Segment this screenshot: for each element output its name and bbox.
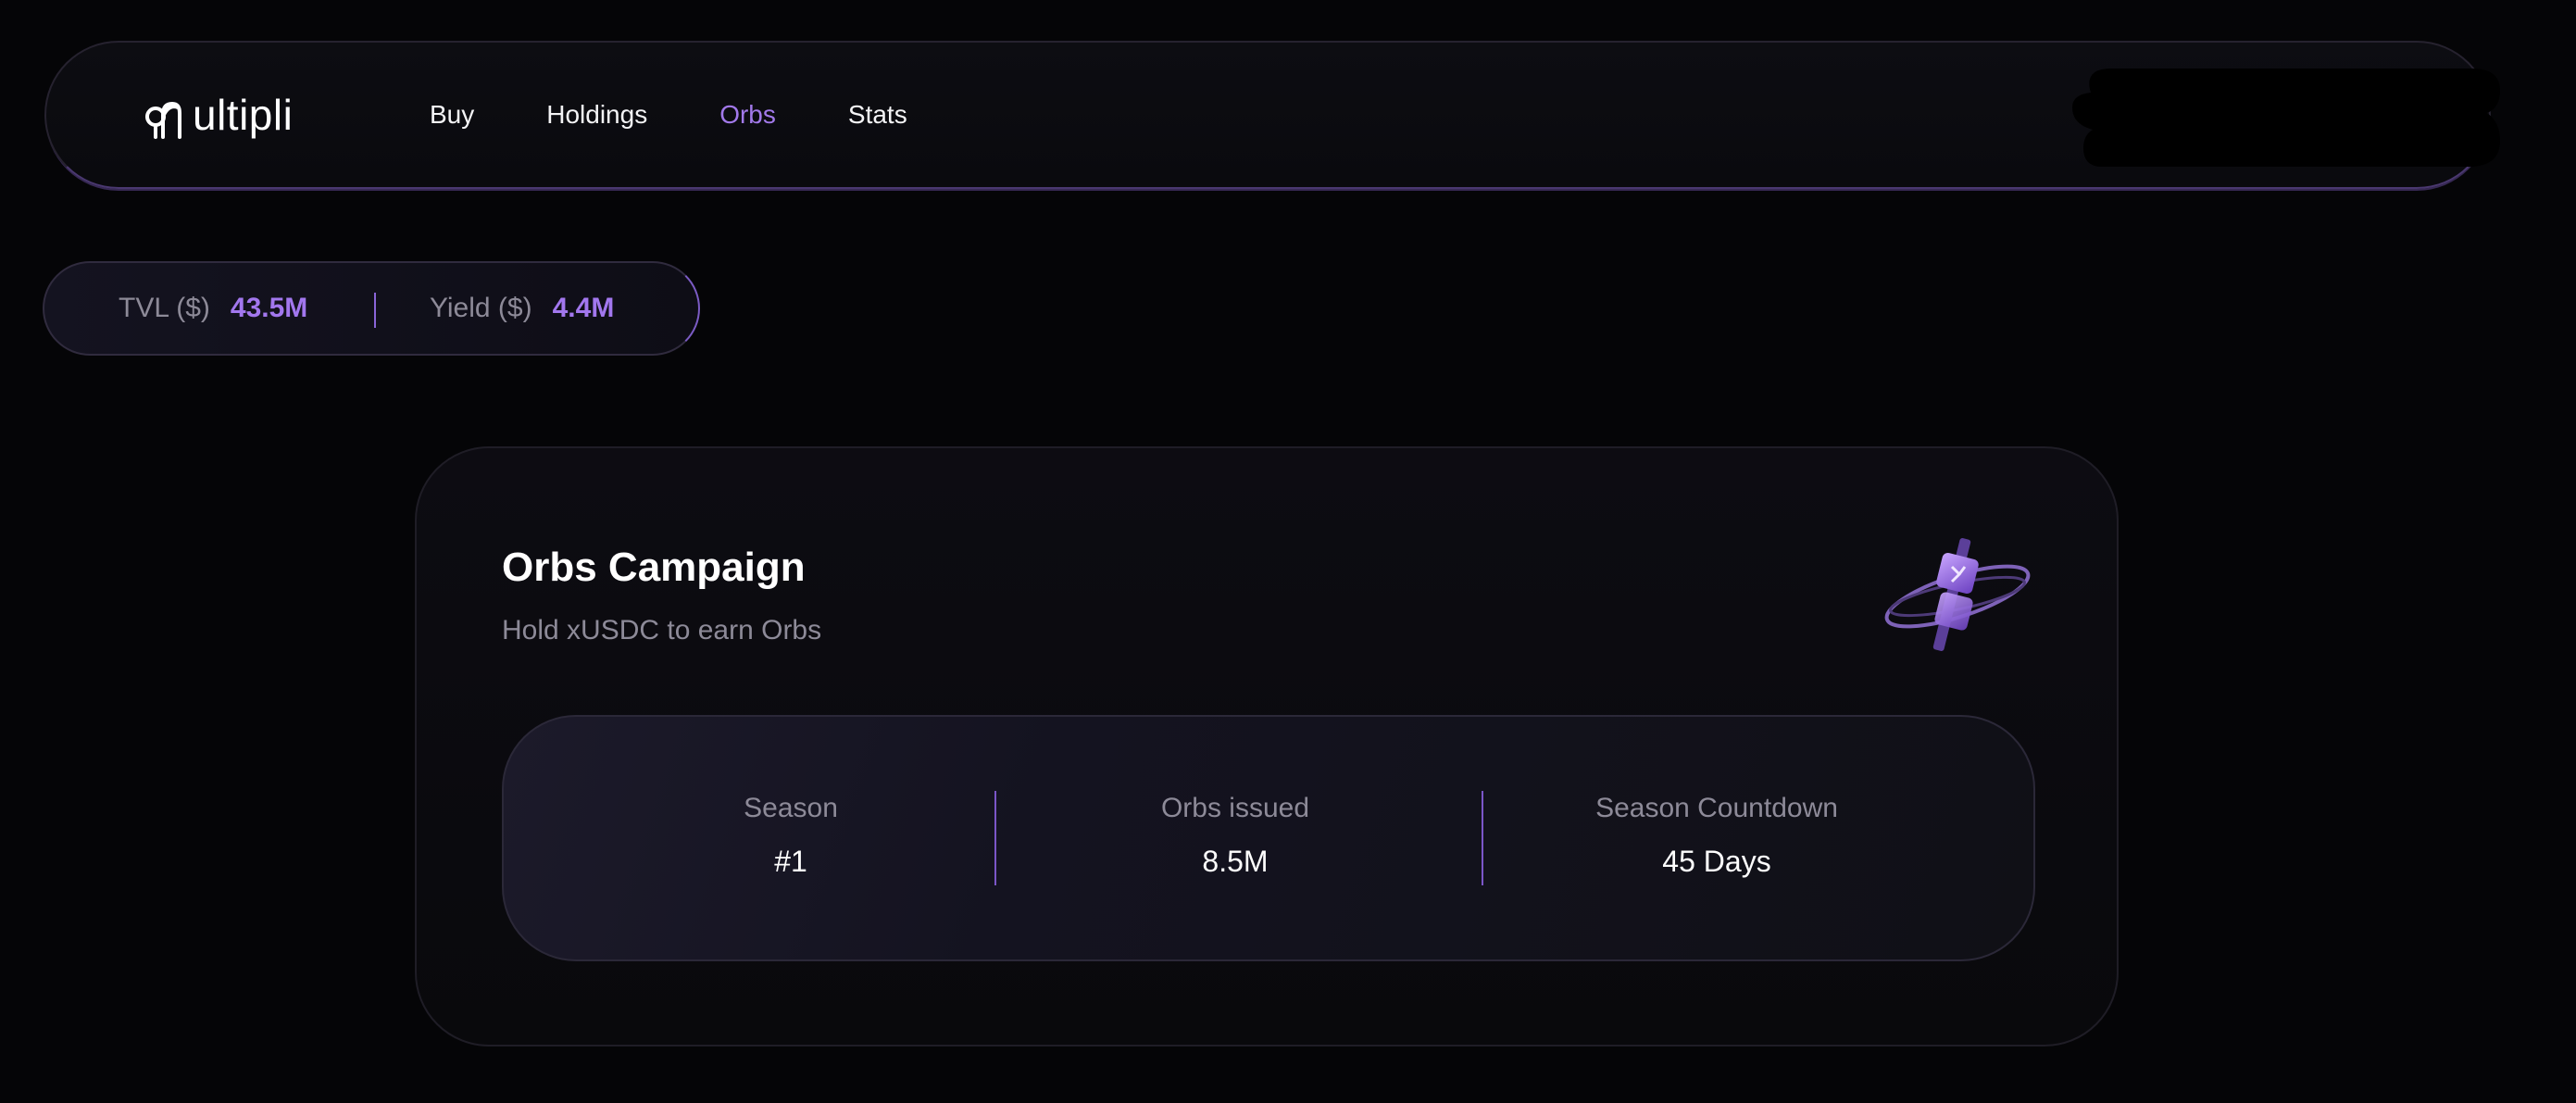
campaign-title: Orbs Campaign bbox=[502, 545, 806, 590]
top-navbar: ultipli Buy Holdings Orbs Stats bbox=[44, 41, 2500, 189]
main-nav: Buy Holdings Orbs Stats bbox=[430, 43, 980, 187]
multipli-logo-icon bbox=[145, 101, 181, 139]
metric-orbs-issued: Orbs issued 8.5M bbox=[1096, 793, 1374, 879]
wallet-button-redacted[interactable] bbox=[2065, 61, 2509, 183]
nav-link-stats[interactable]: Stats bbox=[848, 100, 907, 130]
nav-link-holdings[interactable]: Holdings bbox=[546, 100, 647, 130]
yield-label: Yield ($) bbox=[430, 293, 532, 323]
metric-divider bbox=[1482, 791, 1483, 885]
tvl-value: 43.5M bbox=[230, 293, 308, 323]
metric-divider bbox=[994, 791, 996, 885]
nav-link-orbs[interactable]: Orbs bbox=[719, 100, 776, 130]
metric-season-label: Season bbox=[744, 793, 838, 823]
tvl-stat: TVL ($) 43.5M bbox=[119, 293, 307, 324]
metric-countdown-value: 45 Days bbox=[1662, 845, 1771, 878]
brand-name: ultipli bbox=[193, 91, 294, 139]
metric-orbs-issued-label: Orbs issued bbox=[1160, 793, 1310, 823]
metric-countdown-label: Season Countdown bbox=[1595, 793, 1838, 823]
yield-stat: Yield ($) 4.4M bbox=[430, 293, 614, 324]
page: ultipli Buy Holdings Orbs Stats TVL ($) … bbox=[0, 0, 2576, 1103]
protocol-stats-pill: TVL ($) 43.5M Yield ($) 4.4M bbox=[43, 261, 700, 356]
orbs-campaign-card: Orbs Campaign Hold xUSDC to earn Orbs Se… bbox=[415, 446, 2119, 1047]
metric-season-value: #1 bbox=[774, 845, 807, 878]
brand-logo[interactable]: ultipli bbox=[143, 89, 293, 141]
metric-season: Season #1 bbox=[652, 793, 930, 879]
nav-link-buy[interactable]: Buy bbox=[430, 100, 474, 130]
stats-divider bbox=[374, 293, 376, 328]
campaign-metrics-panel: Season #1 Orbs issued 8.5M Season Countd… bbox=[502, 715, 2035, 961]
yield-value: 4.4M bbox=[552, 293, 615, 323]
orb-illustration-icon bbox=[1884, 538, 2031, 651]
tvl-label: TVL ($) bbox=[119, 293, 210, 323]
campaign-subtitle: Hold xUSDC to earn Orbs bbox=[502, 615, 822, 646]
metric-orbs-issued-value: 8.5M bbox=[1202, 845, 1269, 878]
metric-season-countdown: Season Countdown 45 Days bbox=[1559, 793, 1874, 879]
